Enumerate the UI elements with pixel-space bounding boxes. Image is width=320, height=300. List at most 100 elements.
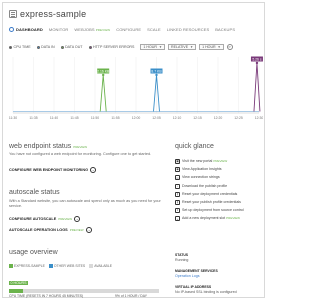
preview-badge: PREVIEW — [95, 27, 111, 32]
chevron-down-icon: ▼ — [159, 45, 162, 49]
tab-scale[interactable]: SCALE — [147, 27, 161, 32]
configure-autoscale-link[interactable]: CONFIGURE AUTOSCALE PREVIEW → — [9, 216, 81, 222]
preview-badge: PREVIEW — [73, 145, 88, 149]
status-value: Running — [175, 258, 189, 262]
website-icon — [9, 10, 17, 18]
configure-web-endpoint-link[interactable]: CONFIGURE WEB ENDPOINT MONITORING → — [9, 167, 97, 173]
quick-glance-title: quick glance — [175, 143, 214, 150]
preview-badge: PREVIEW — [69, 228, 84, 232]
quick-glance-item[interactable]: ↓ Download the publish profile — [175, 183, 265, 189]
dashboard-icon — [9, 27, 14, 32]
legend-swatch — [89, 264, 94, 269]
plus-icon: + — [175, 216, 180, 222]
arrow-right-icon: → — [74, 216, 81, 222]
legend-http-server-errors[interactable]: HTTP SERVER ERRORS — [88, 45, 134, 49]
key-icon: ⚷ — [175, 191, 180, 197]
insights-icon: ◉ — [175, 167, 180, 173]
status-label: STATUS — [175, 253, 189, 257]
chart-callout-label: 5.26 s — [252, 57, 262, 61]
legend-dot — [60, 45, 64, 49]
chart-controls: CPU TIME DATA IN DATA OUT HTTP SERVER ER… — [9, 43, 260, 51]
tab-linked-resources[interactable]: LINKED RESOURCES — [167, 27, 210, 32]
quick-glance-list: ▣ Visit the new portal PREVIEW ◉ View Appl… — [175, 159, 265, 225]
usage-bar — [9, 289, 159, 293]
tab-configure[interactable]: CONFIGURE — [116, 27, 141, 32]
arrow-right-icon: → — [85, 227, 92, 233]
chevron-down-icon: ▼ — [190, 45, 194, 49]
chart-tick-label: 11:55 — [111, 116, 119, 120]
preview-badge: PREVIEW — [213, 159, 228, 163]
chart-tick-label: 12:05 — [152, 116, 161, 120]
legend-data-out[interactable]: DATA OUT — [60, 45, 83, 49]
metrics-chart-svg: 11:30 11:35 11:40 11:45 11:50 11:55 12:00 12:05… — [9, 56, 263, 120]
portal-frame: express-sample DASHBOARD MONITOR WEBJOBS… — [2, 2, 265, 298]
quick-glance-item[interactable]: ▣ Visit the new portal PREVIEW — [175, 159, 265, 164]
usage-quota: 9% of 1 HOUR / DAY — [115, 294, 147, 298]
usage-legend: EXPRESS-SAMPLE OTHER WEB SITES AVAILABLE — [9, 264, 112, 269]
chart-callout-label: 8.7 KB — [151, 69, 162, 73]
legend-dot — [88, 45, 92, 49]
preview-badge: PREVIEW — [58, 217, 73, 221]
chart-point — [155, 73, 158, 77]
web-endpoint-title: web endpoint status PREVIEW — [9, 143, 88, 150]
refresh-icon[interactable]: ⟳ — [226, 44, 233, 50]
virtual-ip-value: No IP-based SSL binding is configured — [175, 290, 237, 294]
server-icon: ▣ — [175, 159, 180, 164]
download-icon: ↓ — [175, 183, 180, 189]
usage-hours-label: 0 HOURS — [9, 281, 28, 285]
key-icon: ⚷ — [175, 199, 180, 205]
usage-caption: CPU TIME (RESETS IN 7 HOURS 45 MINUTES) — [9, 294, 84, 298]
autoscale-title: autoscale status — [9, 189, 60, 196]
usage-legend-item: OTHER WEB SITES — [48, 264, 85, 269]
mode-dropdown[interactable]: RELATIVE ▼ — [167, 44, 197, 50]
link-icon: ∞ — [175, 175, 180, 181]
usage-title: usage overview — [9, 249, 58, 256]
usage-legend-item: AVAILABLE — [89, 264, 112, 269]
chart-tick-label: 12:30 — [255, 116, 263, 120]
metrics-chart: 11:30 11:35 11:40 11:45 11:50 11:55 12:00 12:05… — [9, 53, 263, 125]
legend-dot — [9, 45, 12, 49]
chart-tick-label: 11:40 — [50, 116, 58, 120]
tab-dashboard[interactable]: DASHBOARD — [9, 27, 43, 32]
chart-tick-label: 11:50 — [91, 116, 99, 120]
web-endpoint-text: You have not configured a web endpoint f… — [9, 152, 152, 156]
chart-point — [255, 61, 259, 65]
virtual-ip-label: VIRTUAL IP ADDRESS — [175, 285, 212, 289]
chart-tick-label: 12:20 — [214, 116, 223, 120]
chart-tick-label: 12:10 — [173, 116, 182, 120]
chart-point — [102, 73, 105, 77]
chevron-down-icon: ▼ — [217, 45, 221, 49]
quick-glance-item[interactable]: ∞ View connection strings — [175, 175, 265, 181]
quick-glance-item[interactable]: + Add a new deployment slot PREVIEW — [175, 216, 265, 222]
quick-glance-item[interactable]: ⇪ Set up deployment from source control — [175, 208, 265, 214]
legend-cpu-time[interactable]: CPU TIME — [9, 45, 31, 49]
usage-legend-item: EXPRESS-SAMPLE — [9, 264, 45, 269]
chart-tick-label: 12:25 — [234, 116, 243, 120]
chart-tick-label: 11:45 — [70, 116, 78, 120]
quick-glance-item[interactable]: ⚷ Reset your publish profile credentials — [175, 199, 265, 205]
autoscale-text: With a Standard website, you can autosca… — [9, 199, 161, 208]
usage-bar-fill — [9, 289, 23, 293]
chart-tick-label: 11:30 — [9, 116, 17, 120]
deploy-icon: ⇪ — [175, 208, 180, 214]
arrow-right-icon: → — [90, 167, 97, 173]
operation-logs-link[interactable]: Operation Logs — [175, 274, 200, 278]
autoscale-logs-link[interactable]: AUTOSCALE OPERATION LOGS PREVIEW → — [9, 227, 92, 233]
tab-monitor[interactable]: MONITOR — [49, 27, 69, 32]
chart-tick-label: 12:15 — [193, 116, 202, 120]
tab-bar: DASHBOARD MONITOR WEBJOBS PREVIEW CONFIGU… — [9, 25, 260, 34]
preview-badge: PREVIEW — [226, 216, 240, 221]
tab-backups[interactable]: BACKUPS — [215, 27, 235, 32]
quick-glance-item[interactable]: ⚷ Reset your deployment credentials — [175, 191, 265, 197]
chart-spike — [99, 74, 107, 112]
legend-dot — [36, 45, 40, 49]
tab-webjobs[interactable]: WEBJOBS PREVIEW — [74, 27, 110, 32]
range-dropdown[interactable]: 1 HOUR ▼ — [199, 44, 224, 50]
management-services-label: MANAGEMENT SERVICES — [175, 269, 218, 273]
legend-data-in[interactable]: DATA IN — [36, 45, 55, 49]
quick-glance-item[interactable]: ◉ View Application Insights — [175, 167, 265, 173]
page-title: express-sample — [20, 9, 87, 19]
chart-tick-label: 12:00 — [132, 116, 141, 120]
count-dropdown[interactable]: 1 HOUR ▼ — [140, 44, 165, 50]
chart-tick-label: 11:35 — [29, 116, 37, 120]
